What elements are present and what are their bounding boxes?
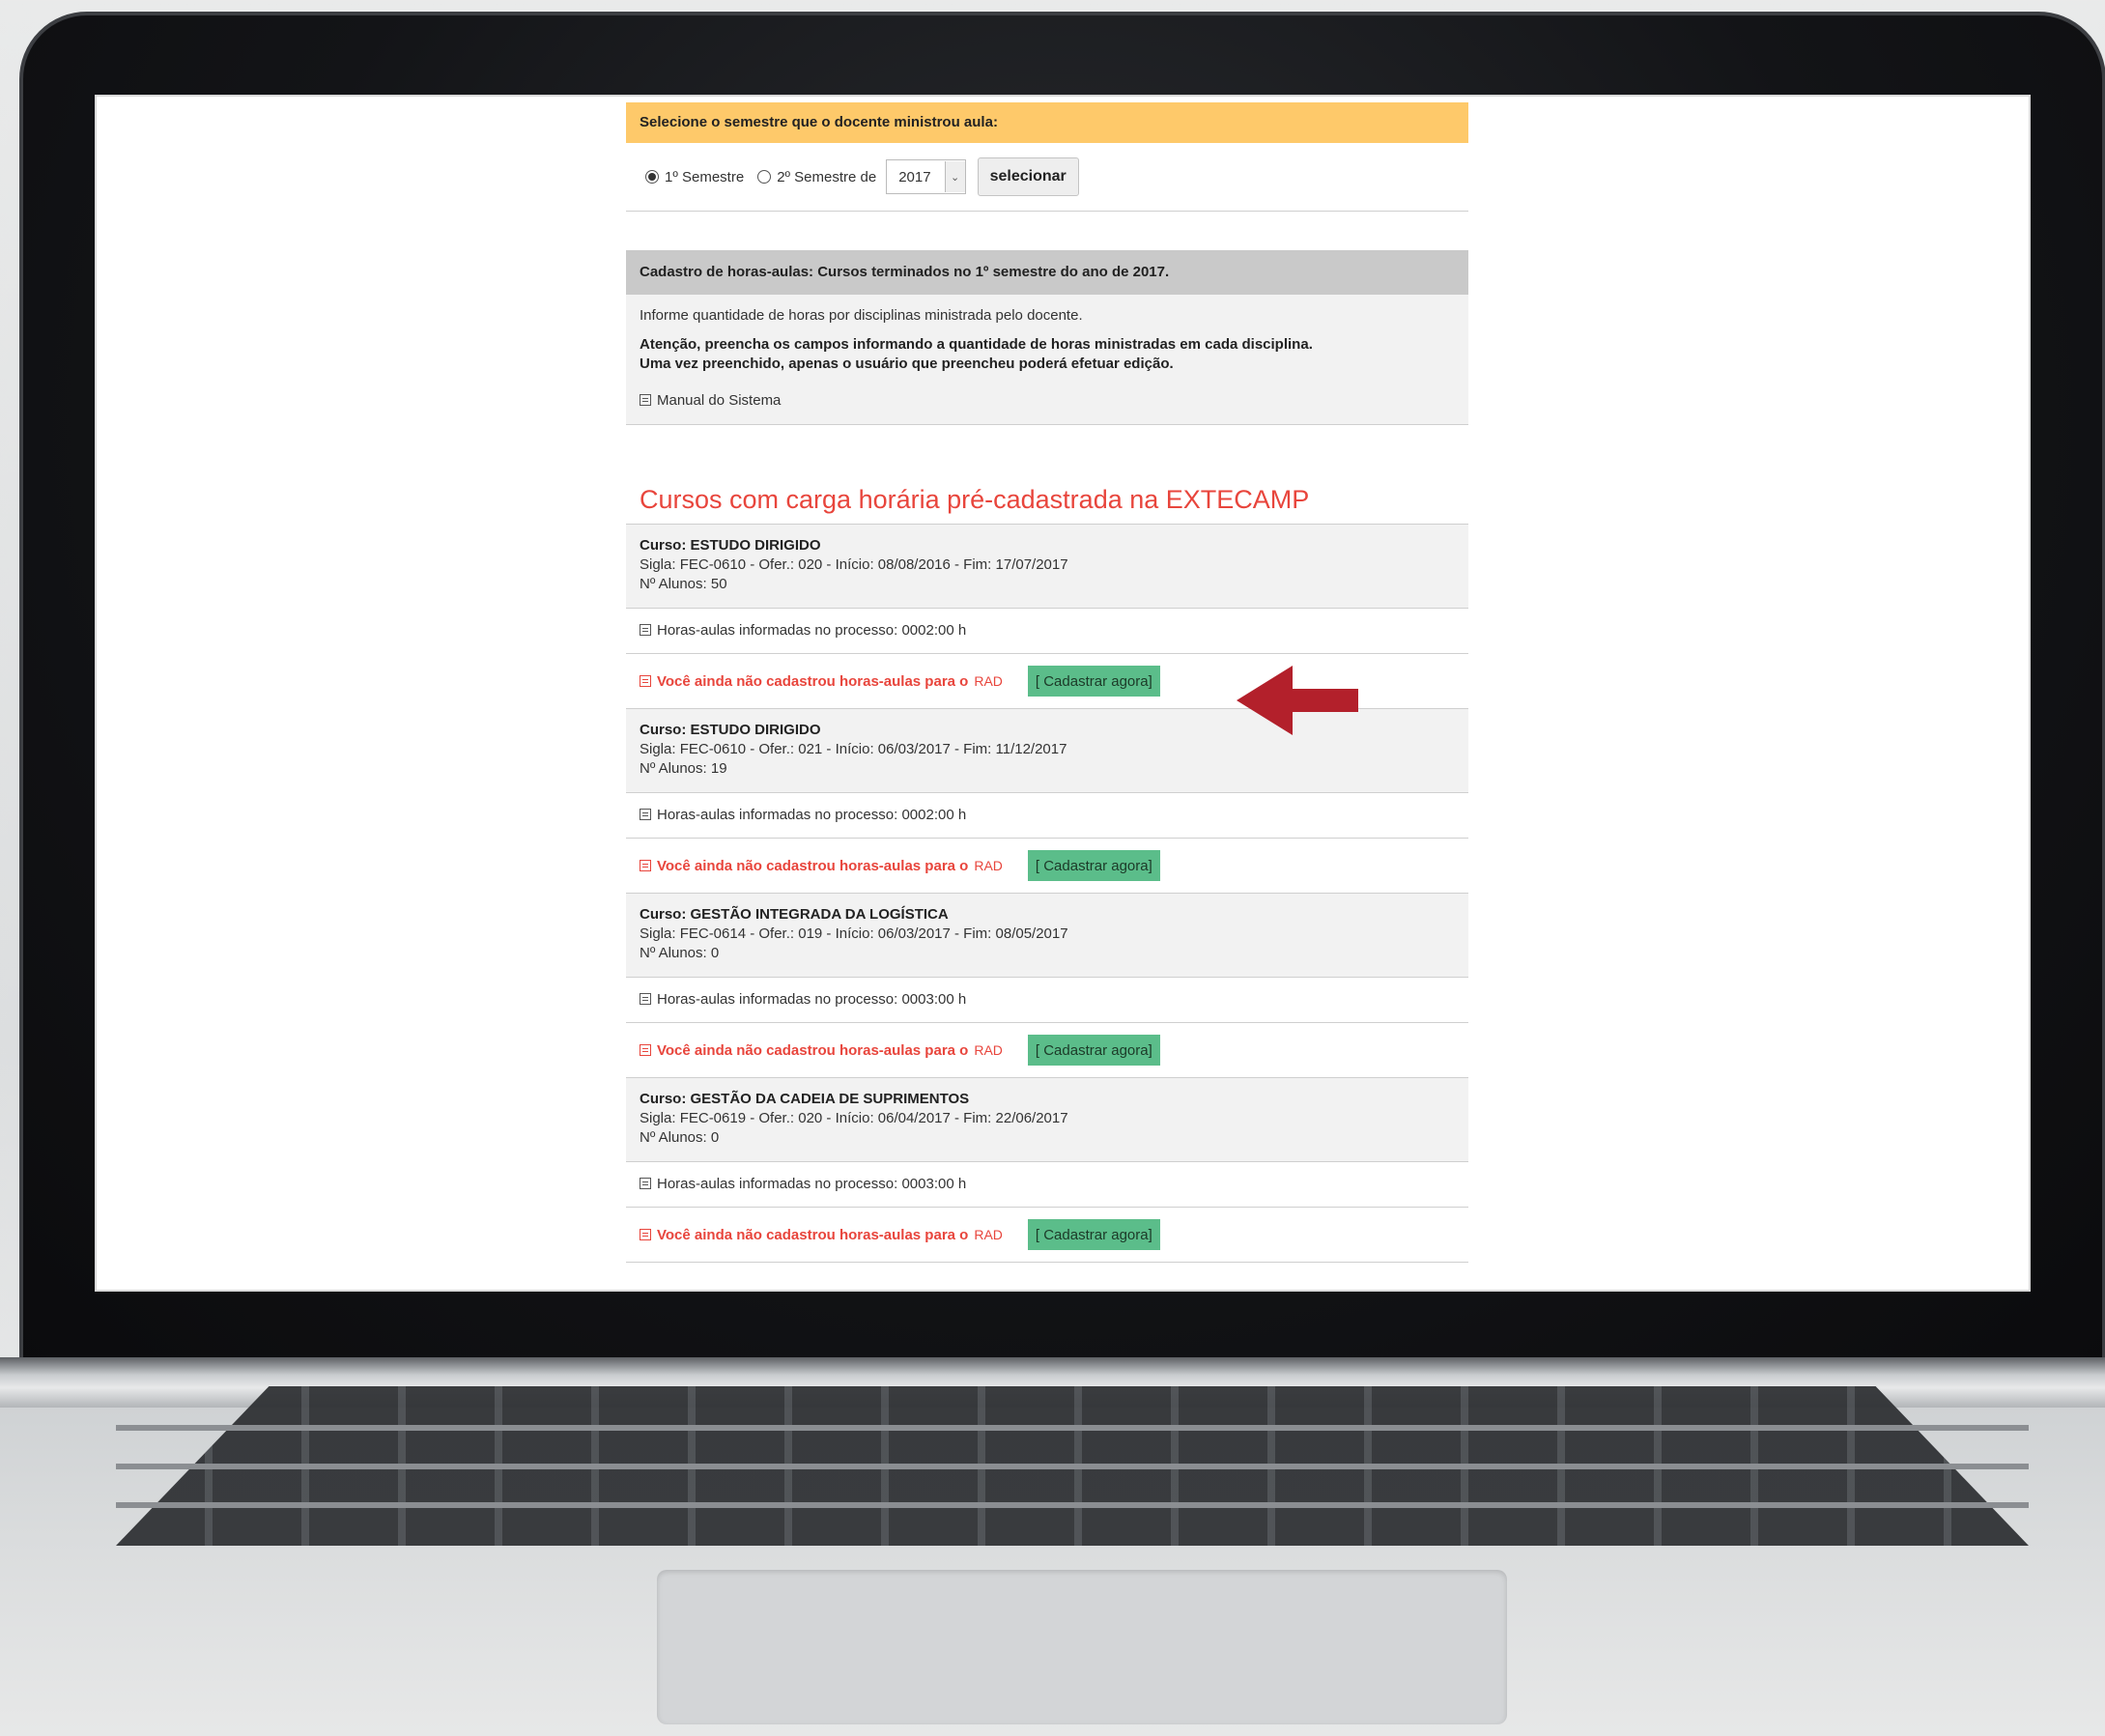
register-now-button[interactable]: [ Cadastrar agora] [1027, 850, 1160, 881]
register-now-button[interactable]: [ Cadastrar agora] [1027, 666, 1160, 697]
course-students: Nº Alunos: 50 [640, 576, 727, 592]
warning-message: Você ainda não cadastrou horas-aulas par… [657, 857, 969, 874]
warning-message: Você ainda não cadastrou horas-aulas par… [657, 1041, 969, 1059]
course-hours: Horas-aulas informadas no processo: 0002… [626, 793, 1468, 839]
document-icon [640, 394, 651, 406]
course-info: Curso: GESTÃO INTEGRADA DA LOGÍSTICA Sig… [626, 894, 1468, 978]
document-icon [640, 1178, 651, 1189]
course-hours: Horas-aulas informadas no processo: 0003… [626, 1162, 1468, 1208]
register-now-label: [ Cadastrar agora] [1035, 672, 1152, 690]
document-icon [640, 809, 651, 820]
course-students: Nº Alunos: 0 [640, 945, 720, 961]
info-intro: Informe quantidade de horas por discipli… [640, 307, 1083, 324]
manual-link[interactable]: Manual do Sistema [640, 391, 1455, 411]
year-select-value: 2017 [898, 168, 931, 185]
register-now-label: [ Cadastrar agora] [1035, 1041, 1152, 1059]
select-button[interactable]: selecionar [977, 157, 1079, 196]
warning-icon [640, 860, 651, 871]
document-icon [640, 993, 651, 1005]
course-hours-text: Horas-aulas informadas no processo: 0003… [657, 991, 967, 1008]
keyboard-row [116, 1464, 2029, 1469]
semester-selector: 1º Semestre 2º Semestre de 2017 ⌄ seleci… [626, 143, 1468, 212]
course-details: Sigla: FEC-0614 - Ofer.: 019 - Início: 0… [640, 925, 1068, 942]
course-details: Sigla: FEC-0610 - Ofer.: 021 - Início: 0… [640, 741, 1067, 757]
course-hours-text: Horas-aulas informadas no processo: 0003… [657, 1176, 967, 1192]
first-semester-label: 1º Semestre [665, 168, 745, 185]
warning-icon [640, 1044, 651, 1056]
registration-header: Cadastro de horas-aulas: Cursos terminad… [626, 250, 1468, 295]
warning-message: Você ainda não cadastrou horas-aulas par… [657, 672, 969, 690]
rad-label: RAD [974, 858, 1003, 873]
section-title: Cursos com carga horária pré-cadastrada … [626, 475, 1468, 525]
course-name: Curso: GESTÃO DA CADEIA DE SUPRIMENTOS [640, 1091, 970, 1107]
register-now-button[interactable]: [ Cadastrar agora] [1027, 1219, 1160, 1250]
annotation-arrow-icon [1237, 666, 1358, 735]
course-warning: Você ainda não cadastrou horas-aulas par… [626, 1208, 1468, 1263]
course-hours-text: Horas-aulas informadas no processo: 0002… [657, 807, 967, 823]
first-semester-radio[interactable] [645, 170, 659, 184]
info-panel: Informe quantidade de horas por discipli… [626, 295, 1468, 425]
second-semester-label: 2º Semestre de [777, 168, 877, 185]
document-icon [640, 624, 651, 636]
register-now-button[interactable]: [ Cadastrar agora] [1027, 1035, 1160, 1066]
course-students: Nº Alunos: 19 [640, 760, 727, 777]
laptop-screen: Selecione o semestre que o docente minis… [97, 97, 2029, 1290]
second-semester-radio[interactable] [757, 170, 772, 184]
register-now-label: [ Cadastrar agora] [1035, 857, 1152, 874]
course-list: Curso: ESTUDO DIRIGIDO Sigla: FEC-0610 -… [626, 525, 1468, 1263]
course-hours-text: Horas-aulas informadas no processo: 0002… [657, 622, 967, 639]
course-hours: Horas-aulas informadas no processo: 0003… [626, 978, 1468, 1023]
semester-header: Selecione o semestre que o docente minis… [626, 102, 1468, 143]
year-select[interactable]: 2017 ⌄ [886, 159, 966, 194]
course-info: Curso: GESTÃO DA CADEIA DE SUPRIMENTOS S… [626, 1078, 1468, 1162]
course-name: Curso: ESTUDO DIRIGIDO [640, 537, 821, 554]
info-warning-line1: Atenção, preencha os campos informando a… [640, 336, 1313, 353]
course-warning: Você ainda não cadastrou horas-aulas par… [626, 1023, 1468, 1078]
rad-label: RAD [974, 1227, 1003, 1242]
course-info: Curso: ESTUDO DIRIGIDO Sigla: FEC-0610 -… [626, 525, 1468, 609]
rad-label: RAD [974, 673, 1003, 689]
keyboard-row [116, 1502, 2029, 1508]
warning-message: Você ainda não cadastrou horas-aulas par… [657, 1226, 969, 1243]
course-hours: Horas-aulas informadas no processo: 0002… [626, 609, 1468, 654]
warning-icon [640, 1229, 651, 1240]
course-details: Sigla: FEC-0619 - Ofer.: 020 - Início: 0… [640, 1110, 1068, 1126]
rad-label: RAD [974, 1042, 1003, 1058]
warning-icon [640, 675, 651, 687]
manual-link-label: Manual do Sistema [657, 392, 782, 409]
course-warning: Você ainda não cadastrou horas-aulas par… [626, 839, 1468, 894]
register-now-label: [ Cadastrar agora] [1035, 1226, 1152, 1243]
chevron-down-icon: ⌄ [944, 161, 965, 192]
course-students: Nº Alunos: 0 [640, 1129, 720, 1146]
course-name: Curso: GESTÃO INTEGRADA DA LOGÍSTICA [640, 906, 949, 923]
keyboard-row [116, 1425, 2029, 1431]
course-details: Sigla: FEC-0610 - Ofer.: 020 - Início: 0… [640, 556, 1068, 573]
info-warning-line2: Uma vez preenchido, apenas o usuário que… [640, 356, 1174, 372]
laptop-trackpad [657, 1570, 1507, 1724]
